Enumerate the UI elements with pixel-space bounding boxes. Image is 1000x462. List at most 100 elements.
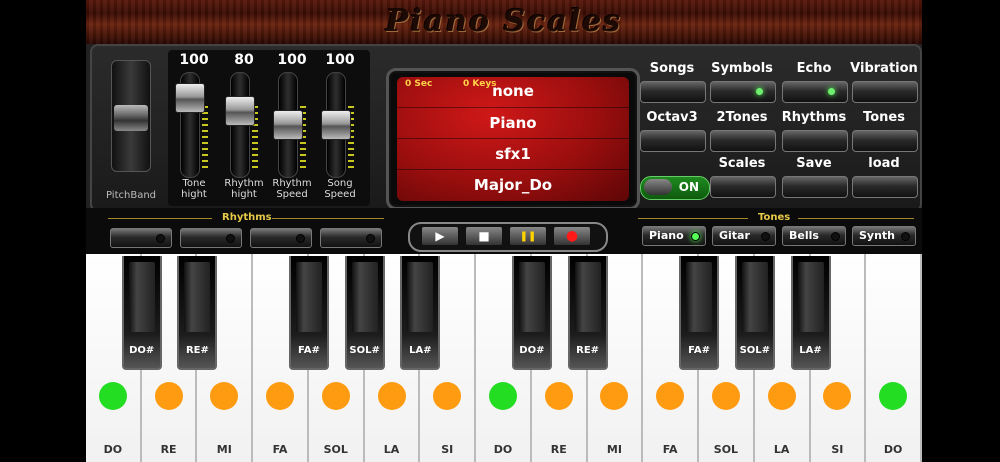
- save-button[interactable]: [782, 176, 848, 198]
- led-indicator: [691, 232, 700, 241]
- note-indicator: [154, 382, 183, 410]
- fader-value: 100: [325, 52, 355, 68]
- fader-cap[interactable]: [225, 96, 255, 127]
- note-indicator: [98, 382, 127, 410]
- white-key[interactable]: DO: [866, 254, 922, 462]
- fader-rhythm-hight[interactable]: 80 Rhythm hight: [220, 50, 268, 206]
- note-indicator: [488, 382, 517, 410]
- display-song[interactable]: none: [397, 77, 629, 106]
- black-key[interactable]: DO#: [121, 256, 162, 370]
- fader-song-speed[interactable]: 100 Song Speed: [316, 50, 364, 206]
- black-key[interactable]: FA#: [679, 256, 720, 370]
- pause-icon: ❚❚: [519, 230, 537, 242]
- tones-button[interactable]: [852, 130, 918, 152]
- pitchband-control[interactable]: PitchBand: [102, 54, 158, 204]
- note-indicator: [823, 382, 852, 410]
- fader-rhythm-speed[interactable]: 100 Rhythm Speed: [268, 50, 316, 206]
- display-rhythm[interactable]: sfx1: [397, 138, 629, 169]
- key-name: LA#: [799, 345, 822, 356]
- display-screen: 0 Sec 0 Keys none Piano sfx1 Major_Do: [397, 77, 629, 201]
- pitchband-track: [111, 60, 151, 172]
- symbols-button[interactable]: [710, 81, 776, 103]
- key-name: DO#: [129, 345, 155, 356]
- vibration-button[interactable]: [852, 81, 918, 103]
- songs-button[interactable]: [640, 81, 706, 103]
- tone-label: Gitar: [719, 229, 750, 242]
- play-button[interactable]: ▶: [422, 227, 458, 245]
- control-panel: PitchBand 100 Tone hight 80 Rhythm hight 1…: [90, 44, 922, 212]
- led-indicator: [156, 234, 165, 243]
- octav3-button[interactable]: [640, 130, 706, 152]
- key-name: SI: [831, 443, 844, 456]
- rhythm-slot-1-button[interactable]: [110, 228, 172, 248]
- black-key[interactable]: LA#: [400, 256, 441, 370]
- fader-cap[interactable]: [321, 110, 351, 140]
- fader-value: 100: [179, 52, 209, 68]
- load-button[interactable]: [852, 176, 918, 198]
- note-indicator: [600, 382, 629, 410]
- display-scale[interactable]: Major_Do: [397, 169, 629, 200]
- record-icon: ●: [565, 228, 579, 244]
- 2tones-button[interactable]: [710, 130, 776, 152]
- tones-divider: [638, 218, 748, 219]
- note-indicator: [266, 382, 295, 410]
- led-indicator: [296, 234, 305, 243]
- songs-label: Songs: [649, 61, 695, 76]
- black-key[interactable]: RE#: [567, 256, 608, 370]
- rhythm-transport-tone-bar: Rhythms ▶ ■ ❚❚ ● Tones Piano Gitar Bells…: [86, 208, 922, 254]
- fader-value: 100: [277, 52, 307, 68]
- black-key[interactable]: DO#: [511, 256, 552, 370]
- rhythm-slot-4-button[interactable]: [320, 228, 382, 248]
- echo-label: Echo: [796, 61, 832, 76]
- pitchband-label: PitchBand: [105, 190, 157, 201]
- power-toggle[interactable]: ON: [640, 176, 710, 200]
- black-key[interactable]: LA#: [790, 256, 831, 370]
- echo-button[interactable]: [782, 81, 848, 103]
- key-name: SOL: [323, 443, 348, 456]
- key-name: DO#: [519, 345, 545, 356]
- fader-cap[interactable]: [273, 110, 303, 140]
- toggle-knob: [644, 179, 672, 195]
- black-key[interactable]: FA#: [288, 256, 329, 370]
- rhythms-button[interactable]: [782, 130, 848, 152]
- rhythm-slot-3-button[interactable]: [250, 228, 312, 248]
- key-name: RE: [550, 443, 567, 456]
- fader-ticks: [202, 106, 208, 170]
- led-indicator: [756, 88, 763, 95]
- pause-button[interactable]: ❚❚: [510, 227, 546, 245]
- rhythm-slot-2-button[interactable]: [180, 228, 242, 248]
- stop-button[interactable]: ■: [466, 227, 502, 245]
- key-name: LA#: [409, 345, 432, 356]
- key-name: SOL#: [739, 345, 771, 356]
- note-indicator: [711, 382, 740, 410]
- key-name: FA#: [298, 345, 320, 356]
- black-key[interactable]: SOL#: [734, 256, 775, 370]
- display-tone[interactable]: Piano: [397, 107, 629, 138]
- play-icon: ▶: [435, 229, 445, 243]
- key-name: FA: [272, 443, 288, 456]
- key-name: DO: [493, 443, 513, 456]
- piano-keyboard: DO RE MI FA SOL LA SI DO RE MI FA SOL LA SI DO DO# RE# FA…: [86, 254, 922, 462]
- vibration-label: Vibration: [850, 61, 918, 76]
- led-indicator: [828, 88, 835, 95]
- tone-piano-button[interactable]: Piano: [642, 226, 706, 246]
- fader-cap[interactable]: [175, 83, 205, 114]
- tone-synth-button[interactable]: Synth: [852, 226, 916, 246]
- info-display: 0 Sec 0 Keys none Piano sfx1 Major_Do: [386, 68, 640, 210]
- scales-button[interactable]: [710, 176, 776, 198]
- tone-bells-button[interactable]: Bells: [782, 226, 846, 246]
- piano-scales-app: Piano Scales PitchBand 100 Tonehight 80: [86, 0, 922, 462]
- fader-tone-hight[interactable]: 100 Tone hight: [170, 50, 218, 206]
- title-bar: Piano Scales: [86, 0, 922, 44]
- key-name: RE#: [576, 345, 600, 356]
- note-indicator: [767, 382, 796, 410]
- rhythms-divider: [272, 218, 384, 219]
- tones-label: Tones: [863, 110, 905, 125]
- record-button[interactable]: ●: [554, 227, 590, 245]
- pitchband-knob[interactable]: [114, 105, 148, 131]
- tone-gitar-button[interactable]: Gitar: [712, 226, 776, 246]
- black-key[interactable]: SOL#: [344, 256, 385, 370]
- black-key[interactable]: RE#: [177, 256, 218, 370]
- note-indicator: [433, 382, 462, 410]
- tone-label: Synth: [859, 229, 896, 242]
